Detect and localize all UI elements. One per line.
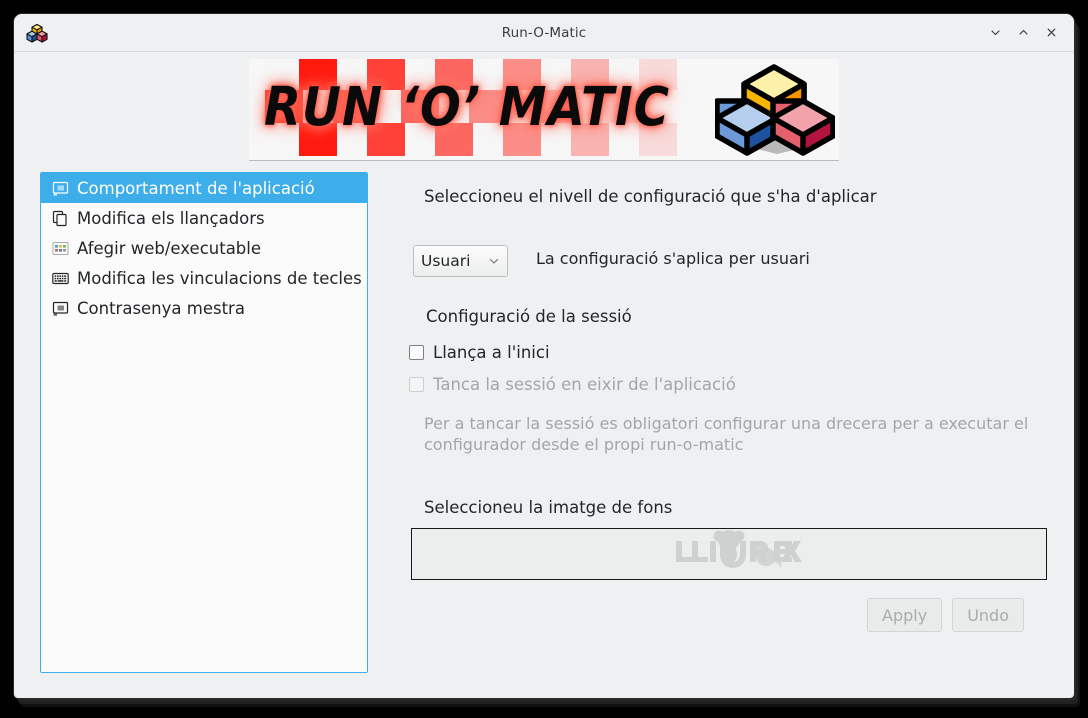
sidebar-item-label: Modifica les vinculacions de tecles xyxy=(77,268,362,288)
settings-category-list[interactable]: Comportament de l'aplicació Modifica els … xyxy=(40,172,368,673)
keyboard-icon xyxy=(51,269,69,287)
chevron-down-icon xyxy=(488,255,500,267)
close-session-checkbox xyxy=(409,377,424,392)
undo-button[interactable]: Undo xyxy=(952,598,1024,632)
close-session-checkbox-label: Tanca la sessió en eixir de l'aplicació xyxy=(433,375,736,394)
application-window: Run-O-Matic RUN ‘O’ MATIC Comportament d… xyxy=(14,14,1074,698)
startup-checkbox[interactable] xyxy=(409,345,424,360)
desktop-background: Run-O-Matic RUN ‘O’ MATIC Comportament d… xyxy=(0,0,1088,718)
content-area: Comportament de l'aplicació Modifica els … xyxy=(14,161,1074,698)
config-level-select[interactable]: Usuari xyxy=(413,245,508,277)
sidebar-item-1[interactable]: Modifica els llançadors xyxy=(41,203,367,233)
apps-grid-icon xyxy=(51,239,69,257)
cubes-icon xyxy=(26,22,48,44)
action-buttons: Apply Undo xyxy=(384,598,1048,632)
startup-checkbox-row[interactable]: Llança a l'inici xyxy=(409,343,550,362)
three-cubes-graphic xyxy=(714,61,836,160)
startup-checkbox-label: Llança a l'inici xyxy=(433,343,550,362)
logo-wordmark: RUN ‘O’ MATIC xyxy=(264,75,670,139)
app-banner: RUN ‘O’ MATIC xyxy=(249,59,839,161)
minimize-icon[interactable] xyxy=(982,20,1008,46)
apply-button[interactable]: Apply xyxy=(867,598,943,632)
copy-pages-icon xyxy=(51,209,69,227)
sidebar-item-0[interactable]: Comportament de l'aplicació xyxy=(41,173,367,203)
sidebar-item-label: Afegir web/executable xyxy=(77,238,262,258)
banner-area: RUN ‘O’ MATIC xyxy=(14,52,1074,161)
window-title: Run-O-Matic xyxy=(501,24,587,41)
sidebar-item-label: Modifica els llançadors xyxy=(77,208,265,228)
close-session-checkbox-row: Tanca la sessió en eixir de l'aplicació xyxy=(409,375,736,394)
window-icon xyxy=(51,299,69,317)
lliurex-mouse-icon xyxy=(654,529,804,579)
sidebar-item-3[interactable]: Modifica les vinculacions de tecles xyxy=(41,263,367,293)
title-bar: Run-O-Matic xyxy=(14,14,1074,52)
sidebar-item-label: Comportament de l'aplicació xyxy=(77,178,315,198)
window-icon xyxy=(51,179,69,197)
settings-pane: Seleccioneu el nivell de configuració qu… xyxy=(384,161,1074,698)
session-hint-text: Per a tancar la sessió es obligatori con… xyxy=(424,414,1029,454)
session-section-heading: Configuració de la sessió xyxy=(426,307,632,326)
sidebar-item-label: Contrasenya mestra xyxy=(77,298,245,318)
sidebar-item-4[interactable]: Contrasenya mestra xyxy=(41,293,367,323)
config-level-label: Seleccioneu el nivell de configuració qu… xyxy=(424,187,877,206)
sidebar-item-2[interactable]: Afegir web/executable xyxy=(41,233,367,263)
background-section-heading: Seleccioneu la imatge de fons xyxy=(424,498,673,517)
config-level-value: Usuari xyxy=(421,252,471,270)
window-controls xyxy=(982,14,1064,51)
background-image-preview[interactable] xyxy=(411,528,1047,580)
close-icon[interactable] xyxy=(1038,20,1064,46)
maximize-icon[interactable] xyxy=(1010,20,1036,46)
config-level-note: La configuració s'aplica per usuari xyxy=(536,249,810,268)
